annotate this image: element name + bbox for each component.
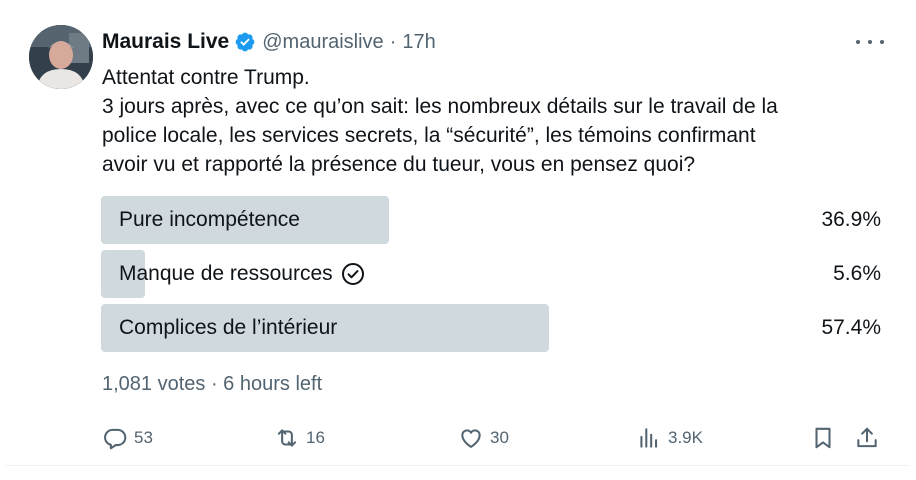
author-name[interactable]: Maurais Live xyxy=(102,30,229,54)
check-circle-icon xyxy=(341,262,365,286)
poll-option-text: Manque de ressources xyxy=(119,262,333,285)
bookmark-icon xyxy=(810,425,836,451)
poll-option-percent: 36.9% xyxy=(821,208,881,231)
author-handle[interactable]: @mauraislive xyxy=(262,31,383,54)
repost-icon xyxy=(274,425,300,451)
poll-option-label: Manque de ressources xyxy=(119,250,365,298)
tweet-text-line: avoir vu et rapporté la présence du tueu… xyxy=(102,153,696,176)
heart-icon xyxy=(458,425,484,451)
poll-option-text: Pure incompétence xyxy=(119,208,300,231)
like-count: 30 xyxy=(490,428,509,447)
poll-summary: 1,081 votes · 6 hours left xyxy=(102,373,323,395)
bookmark-button[interactable] xyxy=(810,418,836,458)
tweet-header: Maurais Live @mauraislive · 17h xyxy=(102,29,436,55)
separator-dot: · xyxy=(389,30,397,53)
tweet-text-line: police locale, les services secrets, la … xyxy=(102,124,756,147)
tweet-text: Attentat contre Trump. 3 jours après, av… xyxy=(102,63,862,179)
poll-option[interactable]: Manque de ressources 5.6% xyxy=(101,250,881,298)
reply-count: 53 xyxy=(134,428,153,447)
share-icon xyxy=(854,425,880,451)
reply-icon xyxy=(102,425,128,451)
repost-button[interactable]: 16 xyxy=(274,418,325,458)
action-bar: 53 16 30 3.9K xyxy=(102,418,882,458)
poll-option-percent: 57.4% xyxy=(821,316,881,339)
avatar[interactable] xyxy=(29,25,93,89)
timestamp[interactable]: 17h xyxy=(402,31,435,54)
views-count: 3.9K xyxy=(668,428,703,447)
poll-option-percent: 5.6% xyxy=(833,262,881,285)
poll-option-label: Complices de l’intérieur xyxy=(119,304,337,352)
analytics-icon xyxy=(636,425,662,451)
poll-option-text: Complices de l’intérieur xyxy=(119,316,338,339)
tweet-text-line: Attentat contre Trump. xyxy=(102,66,310,89)
share-button[interactable] xyxy=(854,418,880,458)
poll-option[interactable]: Pure incompétence 36.9% xyxy=(101,196,881,244)
reply-button[interactable]: 53 xyxy=(102,418,153,458)
poll-option[interactable]: Complices de l’intérieur 57.4% xyxy=(101,304,881,352)
repost-count: 16 xyxy=(306,428,325,447)
views-button[interactable]: 3.9K xyxy=(636,418,703,458)
tweet-card[interactable]: Maurais Live @mauraislive · 17h Attentat… xyxy=(5,8,910,466)
like-button[interactable]: 30 xyxy=(458,418,509,458)
tweet-text-line: 3 jours après, avec ce qu’on sait: les n… xyxy=(102,95,778,118)
poll-option-label: Pure incompétence xyxy=(119,196,300,244)
more-options-icon[interactable] xyxy=(856,32,884,52)
verified-badge-icon xyxy=(234,31,256,53)
